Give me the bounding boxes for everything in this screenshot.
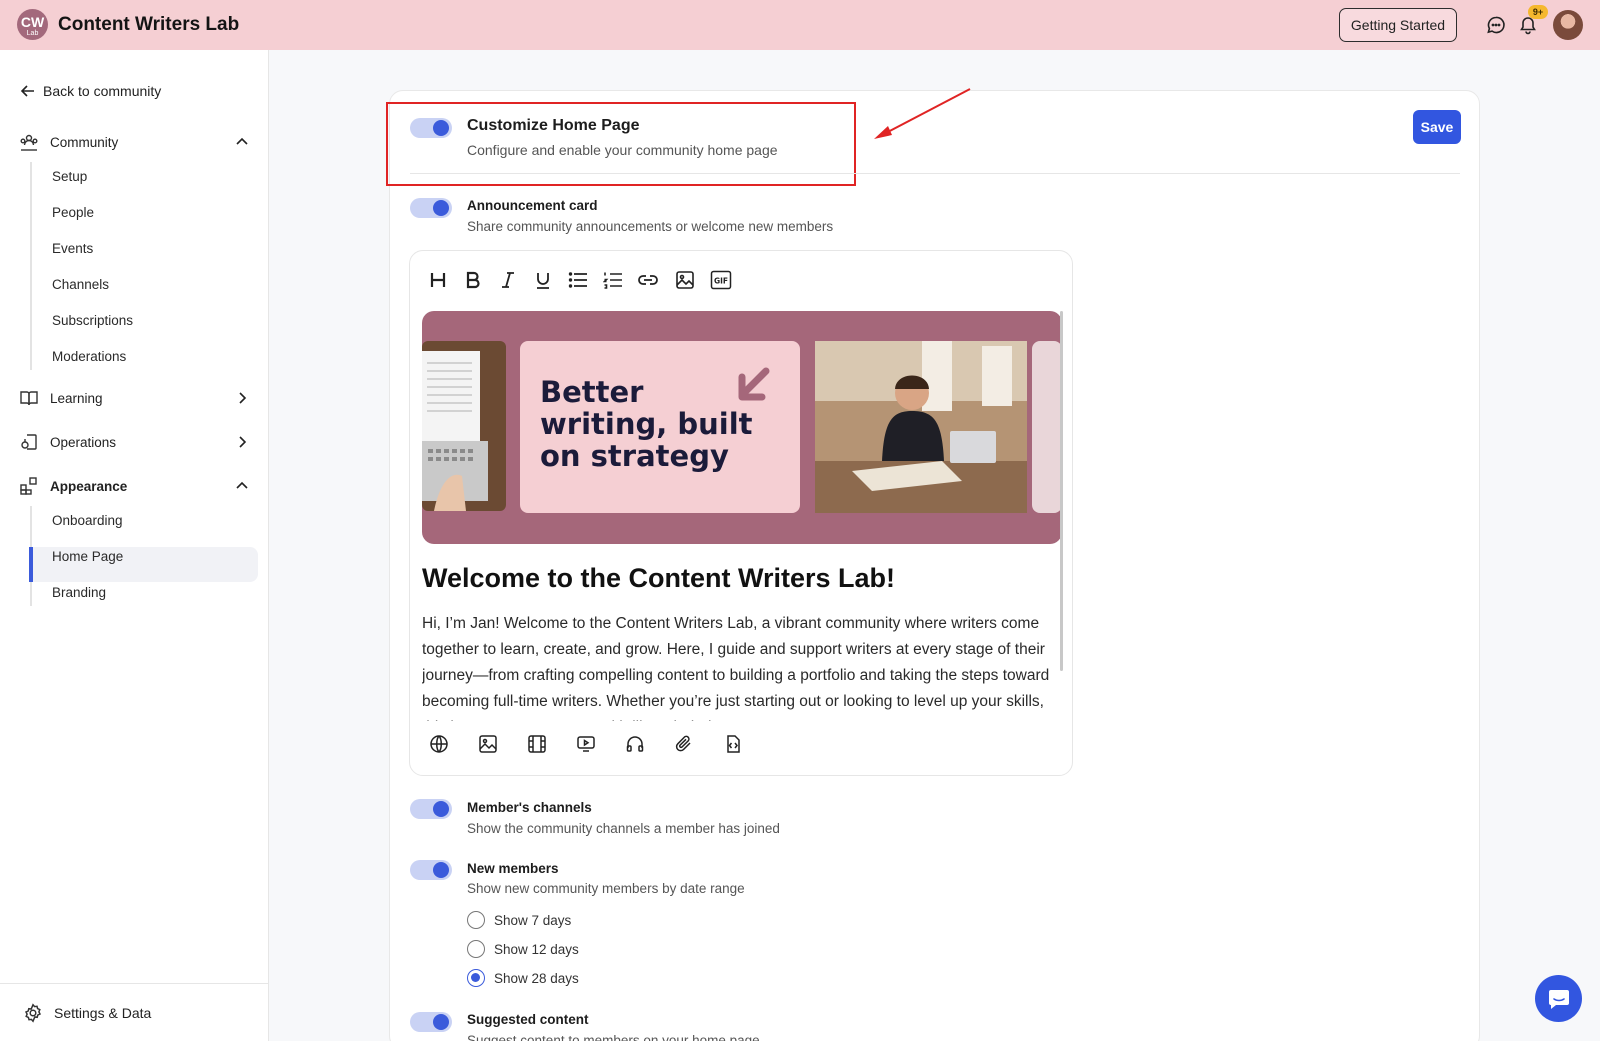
banner-text-line3: on strategy	[540, 439, 729, 473]
community-icon	[18, 131, 40, 153]
banner-image: Better writing, built on strategy	[422, 311, 1062, 544]
members-channels-description: Show the community channels a member has…	[467, 821, 780, 836]
sidebar-section-community[interactable]: Community	[18, 130, 250, 154]
chevron-up-icon	[236, 481, 248, 489]
layout-icon	[18, 475, 40, 497]
svg-text:GIF: GIF	[714, 277, 728, 286]
annotation-arrow	[874, 88, 971, 139]
welcome-heading: Welcome to the Content Writers Lab!	[422, 563, 896, 593]
italic-icon[interactable]	[495, 267, 521, 293]
radio-circle	[467, 940, 485, 958]
settings-data-link[interactable]: Settings & Data	[0, 983, 269, 1041]
chevron-right-icon	[239, 392, 247, 404]
bullet-list-icon[interactable]	[565, 267, 591, 293]
radio-show-7-days[interactable]: Show 7 days	[467, 911, 571, 929]
sidebar-item-subscriptions[interactable]: Subscriptions	[52, 313, 133, 328]
chevron-right-icon	[239, 436, 247, 448]
app-title: Content Writers Lab	[58, 14, 240, 35]
top-bar: CW Lab Content Writers Lab Getting Starte…	[0, 0, 1600, 50]
sidebar-item-people[interactable]: People	[52, 205, 94, 220]
sidebar-item-onboarding[interactable]: Onboarding	[52, 513, 123, 528]
sidebar-item-events[interactable]: Events	[52, 241, 93, 256]
gif-icon[interactable]: GIF	[708, 267, 734, 293]
avatar[interactable]	[1553, 10, 1583, 40]
sidebar-item-home-page[interactable]: Home Page	[52, 549, 123, 564]
radio-circle-selected	[467, 969, 485, 987]
attachment-icon[interactable]	[671, 731, 697, 757]
radio-show-28-days[interactable]: Show 28 days	[467, 969, 579, 987]
gear-icon	[24, 1002, 42, 1023]
getting-started-button[interactable]: Getting Started	[1339, 8, 1457, 42]
sidebar-section-appearance[interactable]: Appearance	[18, 474, 250, 498]
code-file-icon[interactable]	[720, 731, 746, 757]
sidebar-item-branding[interactable]: Branding	[52, 585, 106, 600]
sidebar-item-setup[interactable]: Setup	[52, 169, 87, 184]
save-button[interactable]: Save	[1413, 110, 1461, 144]
header-divider	[410, 173, 1460, 174]
sidebar-section-learning[interactable]: Learning	[18, 386, 250, 410]
image-icon[interactable]	[672, 267, 698, 293]
announcement-editor: GIF Better writing, built on strategy We…	[409, 250, 1073, 776]
numbered-list-icon[interactable]	[600, 267, 626, 293]
announcement-card-toggle[interactable]	[410, 198, 452, 218]
announcement-description: Share community announcements or welcome…	[467, 219, 834, 234]
sidebar-section-operations[interactable]: Operations	[18, 430, 250, 454]
radio-circle	[467, 911, 485, 929]
chevron-up-icon	[236, 137, 248, 145]
suggested-content-toggle[interactable]	[410, 1012, 452, 1032]
new-members-description: Show new community members by date range	[467, 881, 745, 896]
heading-icon[interactable]	[425, 267, 451, 293]
suggested-content-description: Suggest content to members on your home …	[467, 1033, 760, 1041]
link-icon[interactable]	[635, 267, 661, 293]
back-to-community-link[interactable]: Back to community	[20, 83, 161, 99]
chat-icon[interactable]	[1484, 13, 1508, 37]
community-subline	[30, 162, 32, 370]
globe-icon[interactable]	[426, 731, 452, 757]
operations-icon	[18, 431, 40, 453]
underline-icon[interactable]	[530, 267, 556, 293]
welcome-body: Hi, I’m Jan! Welcome to the Content Writ…	[422, 615, 1050, 721]
support-chat-button[interactable]	[1535, 975, 1582, 1022]
sidebar-item-channels[interactable]: Channels	[52, 277, 109, 292]
insert-image-icon[interactable]	[475, 731, 501, 757]
members-channels-toggle[interactable]	[410, 799, 452, 819]
new-members-title: New members	[467, 861, 559, 876]
members-channels-title: Member's channels	[467, 800, 592, 815]
chat-bubble-icon	[1548, 989, 1569, 1009]
community-logo[interactable]: CW Lab	[17, 9, 48, 40]
notification-badge: 9+	[1528, 5, 1548, 19]
video-film-icon[interactable]	[524, 731, 550, 757]
editor-scrollbar[interactable]	[1060, 311, 1063, 671]
announcement-title: Announcement card	[467, 198, 598, 213]
suggested-content-title: Suggested content	[467, 1012, 589, 1027]
arrow-left-icon	[20, 85, 34, 97]
new-members-toggle[interactable]	[410, 860, 452, 880]
radio-show-12-days[interactable]: Show 12 days	[467, 940, 579, 958]
embed-video-icon[interactable]	[573, 731, 599, 757]
sidebar-item-moderations[interactable]: Moderations	[52, 349, 126, 364]
sidebar: Back to community Community Setup People…	[0, 50, 269, 1041]
banner-text-line1: Better	[540, 375, 644, 409]
book-icon	[18, 387, 40, 409]
banner-text-line2: writing, built	[540, 407, 753, 441]
headphones-icon[interactable]	[622, 731, 648, 757]
bold-icon[interactable]	[460, 267, 486, 293]
